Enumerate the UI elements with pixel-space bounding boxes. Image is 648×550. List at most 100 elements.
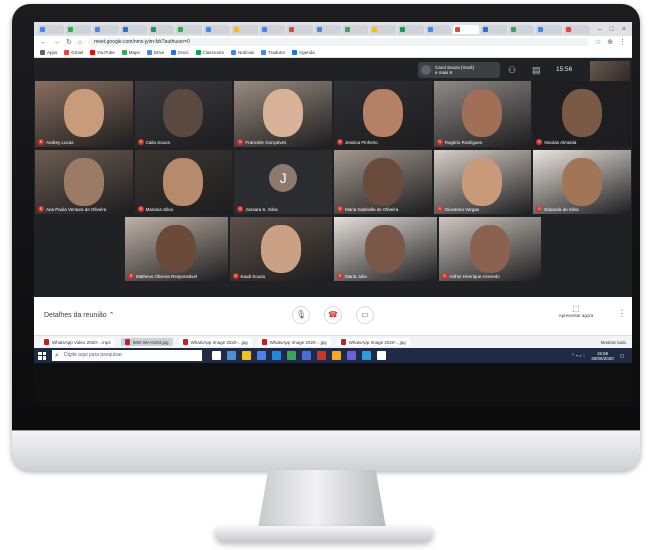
taskbar-search-input[interactable]: Digite aqui para pesquisar	[52, 350, 202, 361]
people-icon[interactable]: ⚇	[508, 65, 516, 76]
participant-tile[interactable]: S Maria Julia	[334, 217, 437, 281]
browser-tab[interactable]	[425, 24, 452, 34]
taskbar-app-icon[interactable]	[212, 351, 221, 360]
self-view[interactable]	[590, 61, 630, 81]
participant-tile[interactable]: S Nicolas Almeida	[533, 81, 631, 147]
participant-tile[interactable]: S Eduarda da Silva	[533, 150, 631, 214]
bookmark-item[interactable]: Docs	[171, 50, 189, 55]
bookmark-item[interactable]: Tradutor	[261, 50, 285, 55]
participant-tile[interactable]: S Caila Souza	[134, 81, 233, 147]
browser-tab[interactable]	[314, 24, 341, 34]
browser-tab[interactable]	[121, 24, 147, 34]
minimize-icon[interactable]: –	[598, 26, 602, 33]
mic-icon[interactable]: 🎙	[292, 306, 310, 324]
browser-tab[interactable]	[453, 24, 479, 34]
browser-tab[interactable]	[508, 24, 535, 34]
browser-tab[interactable]	[259, 24, 286, 34]
download-item[interactable]: WhatsApp Image 2020-...jpg	[257, 338, 331, 346]
bookmark-item[interactable]: YouTube	[90, 50, 115, 55]
participant-tile[interactable]: S Mariana Silva	[134, 150, 233, 214]
participant-tile[interactable]: S Andrey Lucas	[35, 81, 133, 147]
bookmark-item[interactable]: Agenda	[292, 50, 315, 55]
meeting-details-button[interactable]: Detalhes da reunião ⌃	[44, 311, 114, 319]
participant-name: Maria Gabriella de Oliveira	[345, 206, 399, 212]
taskbar-app-icon[interactable]	[287, 351, 296, 360]
bookmark-item[interactable]: Notícias	[231, 50, 254, 55]
back-icon[interactable]: ←	[40, 39, 47, 46]
browser-tab[interactable]	[287, 24, 313, 34]
taskbar-clock[interactable]: 15:56 30/06/2020	[591, 351, 614, 361]
taskbar-app-icon[interactable]	[257, 351, 266, 360]
bookmark-item[interactable]: Gmail	[64, 50, 83, 55]
tab-favicon-icon	[150, 26, 156, 32]
extensions-icon[interactable]: ⊕	[607, 38, 613, 46]
downloads-bar: WhatsApp Video 2020-...mp4 IMG-WA-0104.jp…	[34, 335, 632, 348]
bookmark-item[interactable]: Apps	[40, 50, 57, 55]
browser-tab[interactable]	[176, 24, 203, 34]
taskbar-app-icon[interactable]	[332, 351, 341, 360]
home-icon[interactable]: ⌂	[78, 39, 82, 46]
browser-tab[interactable]	[93, 24, 120, 34]
participant-tile[interactable]: J S Jussara S. Silva	[234, 150, 332, 214]
present-now-button[interactable]: ⬚ Apresentar agora	[552, 304, 600, 318]
browser-tab[interactable]	[342, 24, 369, 34]
mic-off-icon: S	[436, 206, 443, 212]
windows-start-icon[interactable]	[38, 351, 46, 360]
download-item[interactable]: WhatsApp Image 2020-...jpg	[178, 338, 252, 346]
browser-tab[interactable]	[204, 24, 230, 34]
download-filename: WhatsApp Image 2020-...jpg	[348, 339, 406, 345]
taskbar-app-icon[interactable]	[272, 351, 281, 360]
forward-icon[interactable]: →	[53, 39, 60, 46]
browser-tab[interactable]	[370, 24, 396, 34]
close-icon[interactable]: ×	[622, 26, 626, 33]
taskbar-app-icon[interactable]	[227, 351, 236, 360]
bookmark-item[interactable]: Maps	[121, 50, 140, 55]
participant-tile[interactable]: S Arthur Henrique Azevedo	[438, 217, 541, 281]
bookmark-icon	[292, 50, 298, 55]
url-input[interactable]: meet.google.com/nmx-jyim-fzk?authuser=0	[88, 38, 589, 46]
browser-tab[interactable]	[148, 24, 175, 34]
mic-off-icon: S	[237, 206, 244, 212]
bookmark-item[interactable]: Classroom	[195, 50, 224, 55]
end-call-icon[interactable]: ☎	[324, 306, 342, 324]
show-all-downloads[interactable]: Mostrar tudo	[601, 340, 626, 345]
camera-icon[interactable]: ▭	[356, 306, 374, 324]
participant-tile[interactable]: S Maria Gabriella de Oliveira	[334, 150, 432, 214]
participant-tile[interactable]: S Kauã Sousa	[229, 217, 332, 281]
taskbar-app-icon[interactable]	[347, 351, 356, 360]
browser-tab[interactable]	[397, 24, 424, 34]
download-item[interactable]: WhatsApp Video 2020-...mp4	[40, 338, 115, 346]
reload-icon[interactable]: ↻	[66, 38, 72, 46]
bookmark-item[interactable]: Drive	[146, 50, 164, 55]
taskbar-app-icon[interactable]	[302, 351, 311, 360]
download-item[interactable]: WhatsApp Image 2020-...jpg	[336, 338, 410, 346]
download-item[interactable]: IMG-WA-0104.jpg	[120, 338, 173, 346]
browser-tab[interactable]	[65, 24, 92, 34]
menu-icon[interactable]: ⋮	[619, 38, 626, 46]
taskbar-app-icon[interactable]	[377, 351, 386, 360]
chat-icon[interactable]: ▤	[532, 65, 541, 76]
presenting-chip[interactable]: Carol Souza (Você) e mais 9	[418, 62, 500, 78]
tray-icons[interactable]: ⌃ ▪ ♪ ◌	[571, 353, 585, 358]
participant-tile[interactable]: S Giovanna Vargas	[433, 150, 532, 214]
notification-icon[interactable]: ▢	[620, 353, 624, 358]
taskbar-app-icon[interactable]	[317, 351, 326, 360]
star-icon[interactable]: ☆	[595, 38, 601, 46]
browser-tab[interactable]	[481, 24, 507, 34]
participant-tile[interactable]: S Franciele Gonçalves	[234, 81, 332, 147]
more-options-icon[interactable]: ⋮	[618, 309, 626, 318]
bookmarks-bar: Apps Gmail YouTube Maps Drive Docs Classroom No…	[34, 48, 632, 58]
download-filename: IMG-WA-0104.jpg	[132, 339, 169, 345]
taskbar-app-icon[interactable]	[242, 351, 251, 360]
participant-tile[interactable]: S Rogério Rodrigues	[433, 81, 532, 147]
browser-tab[interactable]	[38, 24, 64, 34]
tab-favicon-icon	[510, 26, 516, 32]
participant-tile[interactable]: S Matheus Oliveira Responsável	[125, 217, 228, 281]
taskbar-app-icon[interactable]	[362, 351, 371, 360]
participant-tile[interactable]: S Ana Paula Ventura de Oliveira	[35, 150, 133, 214]
participant-tile[interactable]: S Jessica Pinheiro	[334, 81, 432, 147]
browser-tab[interactable]	[536, 24, 563, 34]
browser-tab[interactable]	[231, 24, 258, 34]
browser-tab[interactable]	[564, 24, 590, 34]
maximize-icon[interactable]: □	[610, 26, 614, 33]
